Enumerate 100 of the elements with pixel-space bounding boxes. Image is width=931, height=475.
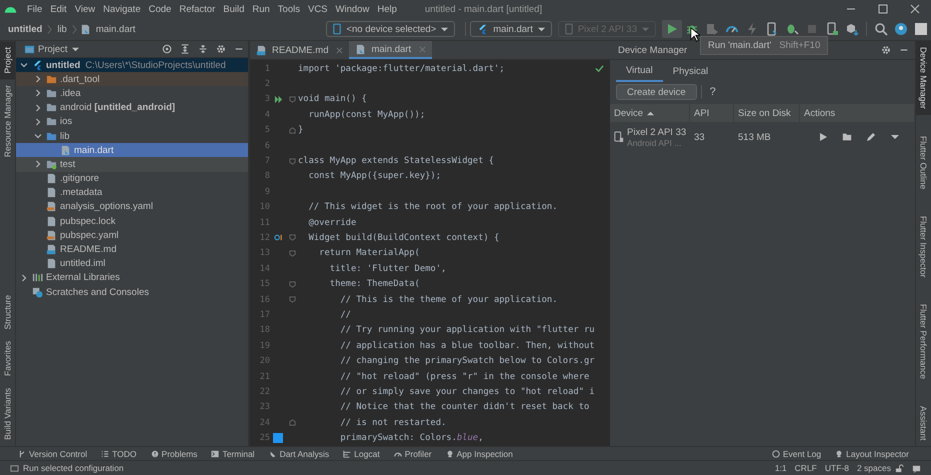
chevron-down-icon[interactable] bbox=[34, 132, 42, 140]
tool-window-tab[interactable]: Resource Manager bbox=[0, 79, 15, 164]
create-device-button[interactable]: Create device bbox=[616, 84, 697, 100]
edit-icon[interactable] bbox=[866, 132, 876, 142]
color-swatch-icon[interactable] bbox=[273, 433, 283, 444]
tree-item[interactable]: ios bbox=[16, 114, 248, 129]
chevron-down-icon[interactable] bbox=[20, 61, 28, 70]
help-button[interactable]: ? bbox=[706, 86, 720, 98]
editor-tab[interactable]: main.dart bbox=[349, 41, 432, 59]
tool-window-tab[interactable]: Device Manager bbox=[916, 41, 931, 115]
unlock-icon[interactable] bbox=[895, 464, 904, 472]
line-number: 8 bbox=[264, 171, 270, 182]
menu-item[interactable]: Window bbox=[332, 4, 374, 14]
fold-end-icon[interactable] bbox=[288, 126, 296, 134]
run-button[interactable] bbox=[662, 20, 682, 38]
chevron-right-icon[interactable] bbox=[34, 160, 42, 168]
notification-icon[interactable] bbox=[912, 464, 921, 472]
column-header[interactable]: Device bbox=[610, 104, 690, 122]
device-selector[interactable]: <no device selected> bbox=[326, 21, 456, 37]
tree-item[interactable]: lib bbox=[16, 128, 248, 144]
tool-window-button[interactable]: Problems bbox=[150, 448, 198, 458]
tree-item[interactable]: untitled C:\Users\*\StudioProjects\untitled bbox=[16, 58, 248, 72]
tab[interactable]: Physical bbox=[662, 60, 718, 82]
fold-icon[interactable] bbox=[288, 296, 296, 304]
tool-window-button[interactable]: Logcat bbox=[343, 448, 380, 458]
tree-item[interactable]: .idea bbox=[16, 86, 248, 101]
tool-window-button[interactable]: App Inspection bbox=[446, 448, 513, 458]
tree-item[interactable]: main.dart bbox=[16, 143, 248, 158]
tool-window-button[interactable]: Event Log bbox=[772, 448, 822, 458]
tree-item[interactable]: Scratches and Consoles bbox=[16, 285, 248, 300]
fold-end-icon[interactable] bbox=[288, 419, 296, 426]
play-icon[interactable] bbox=[818, 132, 828, 142]
status-item[interactable]: CRLF bbox=[794, 463, 817, 473]
tree-item[interactable]: pubspec.yaml bbox=[16, 228, 248, 242]
fold-icon[interactable] bbox=[288, 158, 296, 165]
close-icon[interactable] bbox=[336, 46, 344, 54]
tool-window-tab[interactable]: Build Variants bbox=[0, 382, 15, 446]
settings-icon[interactable] bbox=[881, 45, 891, 55]
tool-window-button[interactable]: Version Control bbox=[18, 448, 88, 458]
menu-item[interactable]: Refactor bbox=[175, 4, 220, 14]
menu-item[interactable]: Build bbox=[219, 4, 248, 14]
run-gutter-icon[interactable] bbox=[274, 94, 282, 104]
fold-icon[interactable] bbox=[288, 250, 296, 257]
tool-window-button[interactable]: Layout Inspector bbox=[835, 448, 909, 458]
folder-icon[interactable] bbox=[842, 132, 852, 142]
breadcrumb-item[interactable]: main.dart bbox=[94, 24, 138, 34]
breadcrumb-item[interactable]: lib bbox=[55, 24, 69, 34]
column-header[interactable]: API bbox=[690, 104, 734, 122]
menu-item[interactable]: Help bbox=[373, 4, 401, 14]
tool-window-tab[interactable]: Flutter Performance bbox=[916, 298, 931, 385]
menu-item[interactable]: Navigate bbox=[99, 4, 145, 14]
menu-item[interactable]: Run bbox=[248, 4, 274, 14]
caret-down-icon[interactable] bbox=[890, 132, 900, 142]
tab[interactable]: Virtual bbox=[616, 60, 663, 82]
status-item[interactable]: UTF-8 bbox=[824, 463, 849, 473]
collapse-all-icon[interactable] bbox=[198, 44, 208, 54]
fold-icon[interactable] bbox=[288, 96, 296, 103]
column-header[interactable]: Size on Disk bbox=[734, 104, 800, 122]
tree-item[interactable]: untitled.iml bbox=[16, 256, 248, 271]
code-line: } bbox=[298, 125, 304, 136]
tree-item[interactable]: android [untitled_android] bbox=[16, 100, 248, 115]
breadcrumb-item[interactable]: untitled bbox=[6, 24, 44, 34]
menu-item[interactable]: Edit bbox=[46, 4, 71, 14]
project-view-dropdown[interactable]: Project bbox=[38, 44, 79, 54]
chevron-right-icon[interactable] bbox=[20, 274, 28, 282]
menu-item[interactable]: Tools bbox=[274, 4, 304, 14]
fold-icon[interactable] bbox=[288, 234, 296, 242]
tool-window-button[interactable]: Profiler bbox=[394, 448, 432, 458]
tool-window-tab[interactable]: Structure bbox=[0, 288, 15, 336]
tree-item[interactable]: .gitignore bbox=[16, 172, 248, 186]
tool-window-tab[interactable]: Assistant bbox=[916, 400, 931, 446]
run-configuration-dropdown[interactable]: main.dart bbox=[470, 21, 552, 37]
menu-item[interactable]: VCS bbox=[304, 4, 332, 14]
tool-window-button[interactable]: Terminal bbox=[211, 448, 255, 458]
tool-window-tab[interactable]: Flutter Inspector bbox=[916, 210, 931, 284]
tree-item[interactable]: test bbox=[16, 157, 248, 172]
tree-item[interactable]: External Libraries bbox=[16, 270, 248, 285]
tree-item[interactable]: .dart_tool bbox=[16, 72, 248, 86]
override-icon[interactable] bbox=[274, 233, 282, 242]
status-item[interactable]: 1:1 bbox=[774, 463, 787, 473]
tool-window-tab[interactable]: Project bbox=[0, 41, 15, 80]
tool-window-tab[interactable]: Favorites bbox=[0, 335, 15, 382]
menu-item[interactable]: View bbox=[70, 4, 100, 14]
tree-item[interactable]: README.md bbox=[16, 242, 248, 257]
tree-item[interactable]: .metadata bbox=[16, 186, 248, 200]
editor-tab[interactable]: README.md bbox=[250, 41, 350, 59]
tree-item[interactable]: analysis_options.yaml bbox=[16, 200, 248, 214]
line-number: 19 bbox=[258, 340, 270, 351]
status-item[interactable]: 2 spaces bbox=[856, 463, 891, 473]
expand-all-icon[interactable] bbox=[180, 44, 190, 54]
tool-window-button[interactable]: Dart Analysis bbox=[268, 448, 330, 458]
menu-item[interactable]: File bbox=[23, 4, 46, 14]
settings-icon[interactable] bbox=[216, 44, 226, 54]
menu-item[interactable]: Code bbox=[144, 4, 176, 14]
tool-window-button[interactable]: TODO bbox=[101, 448, 137, 458]
fold-icon[interactable] bbox=[288, 280, 296, 288]
locate-icon[interactable] bbox=[162, 44, 172, 54]
folder-icon bbox=[46, 116, 57, 128]
tree-item[interactable]: pubspec.lock bbox=[16, 214, 248, 228]
tool-window-tab[interactable]: Flutter Outline bbox=[916, 130, 931, 195]
